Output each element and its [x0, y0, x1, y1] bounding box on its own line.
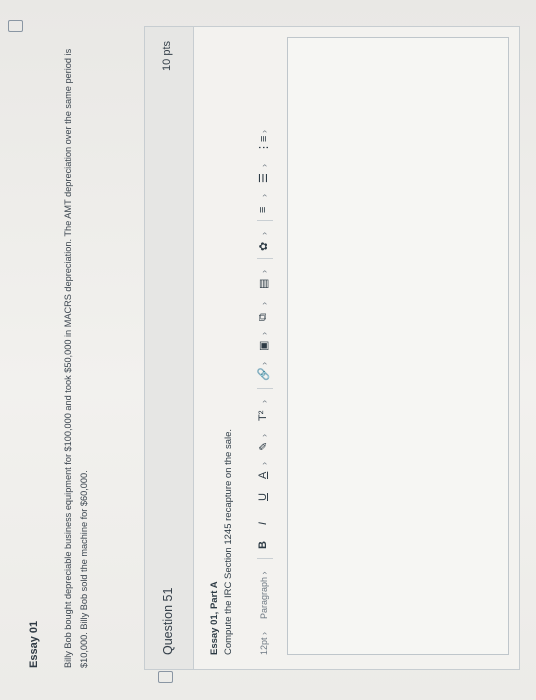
image-chevron[interactable]: › — [259, 332, 269, 335]
bold-button[interactable]: B — [257, 541, 269, 549]
editor-toolbar: 12pt › Paragraph › B I U A › ✎ › T² › 🔗 … — [249, 35, 289, 655]
highlight-button[interactable]: ✎ — [257, 442, 270, 451]
list-icon: ☰ — [258, 173, 270, 183]
highlight-pen-icon: ✎ — [258, 441, 270, 451]
text-color-icon: A — [257, 471, 269, 479]
toolbar-divider — [257, 258, 273, 259]
question-card: Question 51 10 pts Essay 01, Part A Comp… — [144, 26, 520, 670]
bookmark-flag-icon[interactable] — [8, 20, 23, 32]
link-button[interactable]: 🔗 — [257, 367, 270, 381]
essay-body: Billy Bob bought depreciable business eq… — [63, 48, 89, 668]
text-color-chevron[interactable]: › — [259, 462, 269, 465]
toolbar-divider — [257, 558, 273, 559]
toolbar-divider — [257, 220, 273, 221]
paragraph-select[interactable]: Paragraph › — [259, 571, 269, 619]
text-color-button[interactable]: A — [257, 472, 269, 479]
more-formatting-button[interactable]: ⋮≡ — [257, 136, 270, 153]
essay-answer-editor[interactable] — [287, 37, 509, 655]
media-button[interactable]: ⧉ — [257, 313, 270, 321]
underline-button[interactable]: U — [257, 493, 269, 501]
question-title: Question 51 — [161, 587, 175, 655]
embed-button[interactable]: ✿ — [257, 242, 270, 251]
question-header: Question 51 10 pts — [145, 27, 194, 669]
align-icon: ≡ — [257, 206, 269, 213]
media-icon: ⧉ — [257, 313, 269, 321]
document-chevron[interactable]: › — [259, 270, 269, 273]
question-prompt: Compute the IRC Section 1245 recapture o… — [223, 428, 234, 655]
document-button[interactable]: ▤ — [257, 279, 270, 289]
font-size-select[interactable]: 12pt › — [259, 632, 269, 655]
canvas: Essay 01 Billy Bob bought depreciable bu… — [0, 0, 536, 700]
question-points: 10 pts — [161, 41, 173, 71]
link-icon: 🔗 — [258, 367, 270, 381]
more-formatting-chevron[interactable]: › — [259, 130, 269, 133]
media-chevron[interactable]: › — [259, 302, 269, 305]
highlight-chevron[interactable]: › — [259, 434, 269, 437]
embed-chevron[interactable]: › — [259, 232, 269, 235]
image-icon: ▣ — [258, 340, 270, 351]
more-formatting-icon: ⋮≡ — [258, 135, 270, 153]
link-chevron[interactable]: › — [259, 362, 269, 365]
superscript-chevron[interactable]: › — [259, 400, 269, 403]
embed-icon: ✿ — [258, 241, 270, 251]
align-chevron[interactable]: › — [259, 194, 269, 197]
essay-title: Essay 01 — [28, 620, 40, 668]
italic-button[interactable]: I — [257, 522, 269, 525]
image-button[interactable]: ▣ — [257, 341, 270, 351]
superscript-button[interactable]: T² — [257, 411, 269, 421]
document-icon: ▤ — [258, 278, 270, 289]
list-chevron[interactable]: › — [259, 164, 269, 167]
list-button[interactable]: ☰ — [257, 173, 270, 183]
align-button[interactable]: ≡ — [257, 207, 269, 213]
question-heading: Essay 01, Part A — [209, 581, 220, 655]
question-flag-icon[interactable] — [158, 671, 173, 683]
toolbar-divider — [257, 388, 273, 389]
